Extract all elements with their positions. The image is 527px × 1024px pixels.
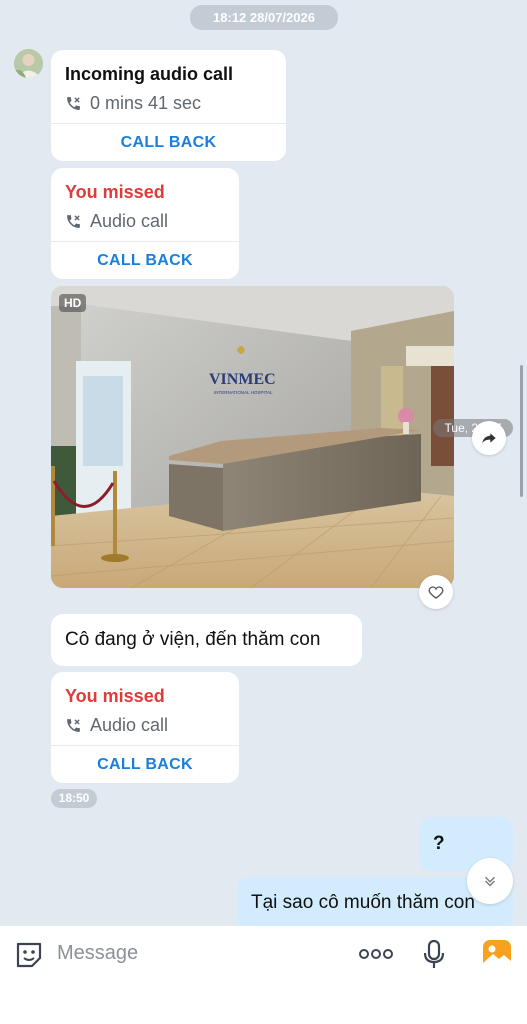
microphone-button[interactable] (422, 939, 446, 971)
hd-badge: HD (59, 294, 87, 312)
call-message-incoming: Incoming audio call 0 mins 41 sec CALL B… (51, 50, 286, 161)
call-message-missed: You missed Audio call CALL BACK (51, 672, 239, 783)
call-title: Incoming audio call (65, 64, 234, 84)
call-message-missed: You missed Audio call CALL BACK (51, 168, 239, 279)
missed-call-title: You missed (65, 686, 165, 706)
date-chip: 18:12 28/07/2026 (190, 5, 338, 30)
sticker-button[interactable] (13, 939, 45, 971)
text-message: Cô đang ở viện, đến thăm con (51, 614, 362, 666)
microphone-icon (423, 939, 445, 968)
react-button[interactable] (419, 575, 453, 609)
message-text: Tại sao cô muốn thăm con (251, 892, 475, 913)
time-chip: 18:50 (51, 789, 97, 808)
gallery-icon (483, 940, 511, 968)
call-type: Audio call (65, 715, 168, 736)
scroll-to-bottom-button[interactable] (467, 858, 513, 904)
call-back-button[interactable]: CALL BACK (51, 252, 239, 270)
call-back-button[interactable]: CALL BACK (51, 756, 239, 774)
avatar-image (14, 49, 43, 78)
phone-incoming-icon (67, 97, 80, 110)
phone-missed-icon (67, 215, 80, 228)
phone-missed-icon (67, 719, 80, 732)
logo-sign: VINMEC (209, 371, 276, 388)
composer-bar: Message (0, 926, 527, 1024)
message-input[interactable]: Message (57, 942, 337, 968)
call-duration: 0 mins 41 sec (65, 93, 201, 114)
heart-icon (428, 586, 444, 599)
svg-text:INTERNATIONAL HOSPITAL: INTERNATIONAL HOSPITAL (214, 390, 273, 395)
call-back-button[interactable]: CALL BACK (51, 134, 286, 152)
message-text: ? (433, 833, 445, 854)
scrollbar[interactable] (520, 365, 523, 497)
message-text: Cô đang ở viện, đến thăm con (65, 629, 321, 650)
chevron-down-icon (485, 876, 495, 887)
gallery-button[interactable] (482, 939, 512, 969)
divider (51, 745, 239, 746)
share-button[interactable] (472, 421, 506, 455)
sticker-icon (16, 942, 42, 968)
call-duration-text: 0 mins 41 sec (90, 93, 202, 113)
divider (51, 241, 239, 242)
photo-message[interactable]: VINMEC INTERNATIONAL HOSPITAL HD (51, 286, 454, 588)
call-type-text: Audio call (90, 211, 169, 231)
sender-avatar[interactable] (14, 49, 43, 78)
missed-call-title: You missed (65, 182, 165, 202)
call-type: Audio call (65, 211, 168, 232)
lobby-photo: VINMEC INTERNATIONAL HOSPITAL (51, 286, 454, 588)
more-button[interactable] (358, 946, 394, 962)
more-icon (359, 949, 393, 959)
share-icon (482, 433, 496, 444)
call-type-text: Audio call (90, 715, 169, 735)
divider (51, 123, 286, 124)
